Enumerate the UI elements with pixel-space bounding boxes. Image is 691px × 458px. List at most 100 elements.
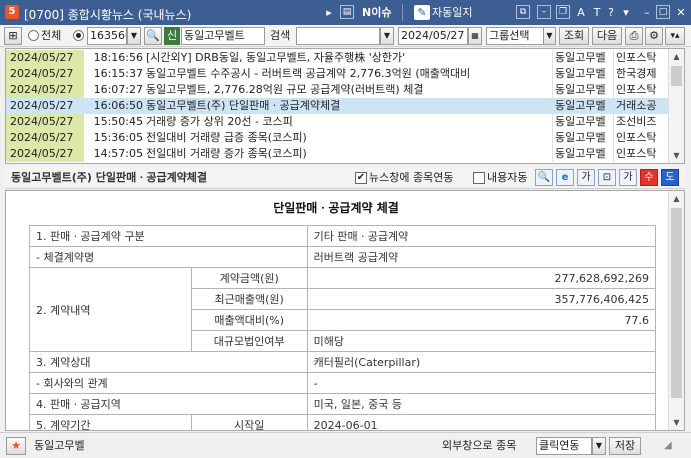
- journal-icon[interactable]: ✎: [414, 5, 430, 20]
- scroll-thumb[interactable]: [671, 66, 682, 86]
- font-size-icon[interactable]: A: [575, 4, 587, 21]
- scroll-down-icon[interactable]: ▼: [669, 415, 684, 430]
- pin-icon[interactable]: ⊞: [4, 27, 22, 45]
- news-body: 단일판매ㆍ공급계약 체결 1. 판매ㆍ공급계약 구분 기타 판매ㆍ공급계약 - …: [5, 190, 685, 431]
- news-date: 2024/05/27: [6, 50, 84, 66]
- restore-group-icon[interactable]: ❐: [556, 5, 570, 19]
- search-news-icon[interactable]: 🔍: [535, 169, 553, 186]
- save-button[interactable]: 저장: [609, 437, 641, 455]
- query-button[interactable]: 조회: [559, 27, 589, 45]
- status-stock-name: 동일고무벨: [34, 439, 85, 452]
- news-time: 14:57:05: [93, 147, 143, 160]
- news-time: 16:15:37: [93, 67, 143, 80]
- news-date: 2024/05/27: [6, 98, 84, 114]
- content-auto-checkbox[interactable]: [473, 172, 485, 184]
- next-button[interactable]: 다음: [592, 27, 622, 45]
- news-title: 동일고무벨트(주) 단일판매ㆍ공급계약체결: [146, 99, 341, 112]
- radio-all-label: 전체: [41, 29, 62, 42]
- close-icon[interactable]: ✕: [674, 4, 688, 21]
- stock-code-dropdown-icon[interactable]: ▼: [127, 27, 141, 45]
- scroll-down-icon[interactable]: ▼: [669, 148, 684, 163]
- toggle-panel-icon[interactable]: ▾▴: [665, 27, 685, 45]
- scroll-up-icon[interactable]: ▲: [669, 191, 684, 206]
- news-title: 전일대비 거래량 급증 종목(코스피): [146, 131, 307, 144]
- buy-button[interactable]: 수: [640, 169, 658, 186]
- news-time: 18:16:56: [93, 51, 143, 64]
- group-dropdown-icon[interactable]: ▼: [543, 27, 556, 45]
- table-cell-sublabel: 최근매출액(원): [190, 288, 308, 310]
- table-cell-value: 캐터필러(Caterpillar): [306, 351, 657, 373]
- list-item[interactable]: 2024/05/27 15:36:05 전일대비 거래량 급증 종목(코스피) …: [6, 130, 669, 146]
- news-time: 15:50:45: [93, 115, 143, 128]
- minimize-icon[interactable]: –: [640, 4, 654, 21]
- minimize-group-icon[interactable]: –: [537, 5, 551, 19]
- date-input[interactable]: 2024/05/27: [398, 27, 468, 45]
- expand-icon[interactable]: ⊡: [598, 169, 616, 186]
- auto-journal-button[interactable]: 자동일지: [432, 4, 472, 21]
- issue-button[interactable]: N이슈: [362, 4, 391, 21]
- list-item[interactable]: 2024/05/27 15:50:45 거래량 증가 상위 20선 - 코스피 …: [6, 114, 669, 130]
- content-auto-label: 내용자동: [487, 171, 528, 184]
- table-cell-value: 미해당: [306, 330, 657, 352]
- news-company: 동일고무벨: [552, 114, 612, 130]
- question-icon[interactable]: ?: [605, 4, 617, 21]
- status-bar: ★ 동일고무벨 외부창으로 종목 클릭연동 ▼ 저장 ◢: [0, 432, 691, 458]
- news-source: 한국경제: [613, 66, 669, 82]
- search-label: 검색: [270, 29, 291, 42]
- news-date: 2024/05/27: [6, 114, 84, 130]
- table-cell-label: 2. 계약내역: [29, 267, 192, 352]
- search-icon[interactable]: 🔍: [144, 27, 162, 45]
- window-title: [0700] 종합시황뉴스 (국내뉴스): [24, 6, 191, 23]
- list-item[interactable]: 2024/05/27 16:15:37 동일고무벨트 수주공시 - 러버트랙 공…: [6, 66, 669, 82]
- settings-gear-icon[interactable]: ⚙: [645, 27, 663, 45]
- stock-code-input[interactable]: 163560: [87, 27, 127, 45]
- table-cell-value: 기타 판매ㆍ공급계약: [306, 225, 657, 247]
- dropdown-icon[interactable]: ▾: [620, 4, 632, 21]
- radio-all[interactable]: [28, 30, 39, 41]
- list-item[interactable]: 2024/05/27 14:57:05 전일대비 거래량 증가 종목(코스피) …: [6, 146, 669, 162]
- table-cell-label: 3. 계약상대: [29, 351, 308, 373]
- maximize-icon[interactable]: □: [656, 5, 670, 19]
- table-cell-label: 1. 판매ㆍ공급계약 구분: [29, 225, 308, 247]
- document-title: 단일판매ㆍ공급계약 체결: [273, 201, 399, 215]
- linked-checkbox[interactable]: ✔: [355, 172, 367, 184]
- table-row: 5. 계약기간 시작일 2024-06-01: [29, 414, 657, 430]
- sell-button[interactable]: 도: [661, 169, 679, 186]
- news-list-scrollbar[interactable]: ▲ ▼: [668, 49, 684, 163]
- font-small-button[interactable]: 가: [577, 169, 595, 186]
- app-badge-icon: 5: [5, 5, 19, 19]
- memo-icon[interactable]: ▤: [340, 5, 354, 19]
- list-item[interactable]: 2024/05/27 16:07:27 동일고무벨트, 2,776.28억원 규…: [6, 82, 669, 98]
- list-item[interactable]: 2024/05/27 18:16:56 [시간외Y] DRB동일, 동일고무벨트…: [6, 50, 669, 66]
- nav-arrow-icon[interactable]: ▸: [322, 4, 336, 21]
- keyword-search-input[interactable]: [296, 27, 380, 45]
- scroll-thumb[interactable]: [671, 208, 682, 398]
- table-cell-sublabel: 대규모법인여부: [190, 330, 308, 352]
- help-icon[interactable]: T: [591, 4, 603, 21]
- click-link-select[interactable]: 클릭연동: [536, 437, 592, 455]
- click-link-dropdown-icon[interactable]: ▼: [592, 437, 606, 455]
- news-company: 동일고무벨: [552, 82, 612, 98]
- date-picker-icon[interactable]: ▦: [468, 27, 482, 45]
- scroll-up-icon[interactable]: ▲: [669, 49, 684, 64]
- group-select[interactable]: 그룹선택: [486, 27, 544, 45]
- news-body-scrollbar[interactable]: ▲ ▼: [668, 191, 684, 430]
- search-toolbar: ⊞ 전체 163560 ▼ 🔍 신 동일고무벨트 검색 ▼ 2024/05/27…: [0, 25, 691, 47]
- link-window-icon[interactable]: ⧉: [516, 5, 530, 19]
- news-title: 전일대비 거래량 증가 종목(코스피): [146, 147, 307, 160]
- news-company: 동일고무벨: [552, 66, 612, 82]
- list-item-selected[interactable]: 2024/05/27 16:06:50 동일고무벨트(주) 단일판매ㆍ공급계약체…: [6, 98, 669, 114]
- selected-news-headline: 동일고무벨트(주) 단일판매ㆍ공급계약체결: [11, 171, 208, 184]
- keyword-dropdown-icon[interactable]: ▼: [380, 27, 394, 45]
- external-window-label: 외부창으로 종목: [442, 439, 517, 452]
- font-large-button[interactable]: 가: [619, 169, 637, 186]
- radio-stock[interactable]: [73, 30, 84, 41]
- stock-name-field[interactable]: 동일고무벨트: [181, 27, 265, 45]
- browser-icon[interactable]: e: [556, 169, 574, 186]
- table-cell-value: -: [306, 372, 657, 394]
- table-row: 2. 계약내역 계약금액(원) 277,628,692,269: [29, 267, 657, 352]
- print-icon[interactable]: ⎙: [625, 27, 643, 45]
- resize-grip-icon[interactable]: ◢: [664, 438, 672, 454]
- news-date: 2024/05/27: [6, 82, 84, 98]
- alert-star-icon[interactable]: ★: [6, 437, 26, 455]
